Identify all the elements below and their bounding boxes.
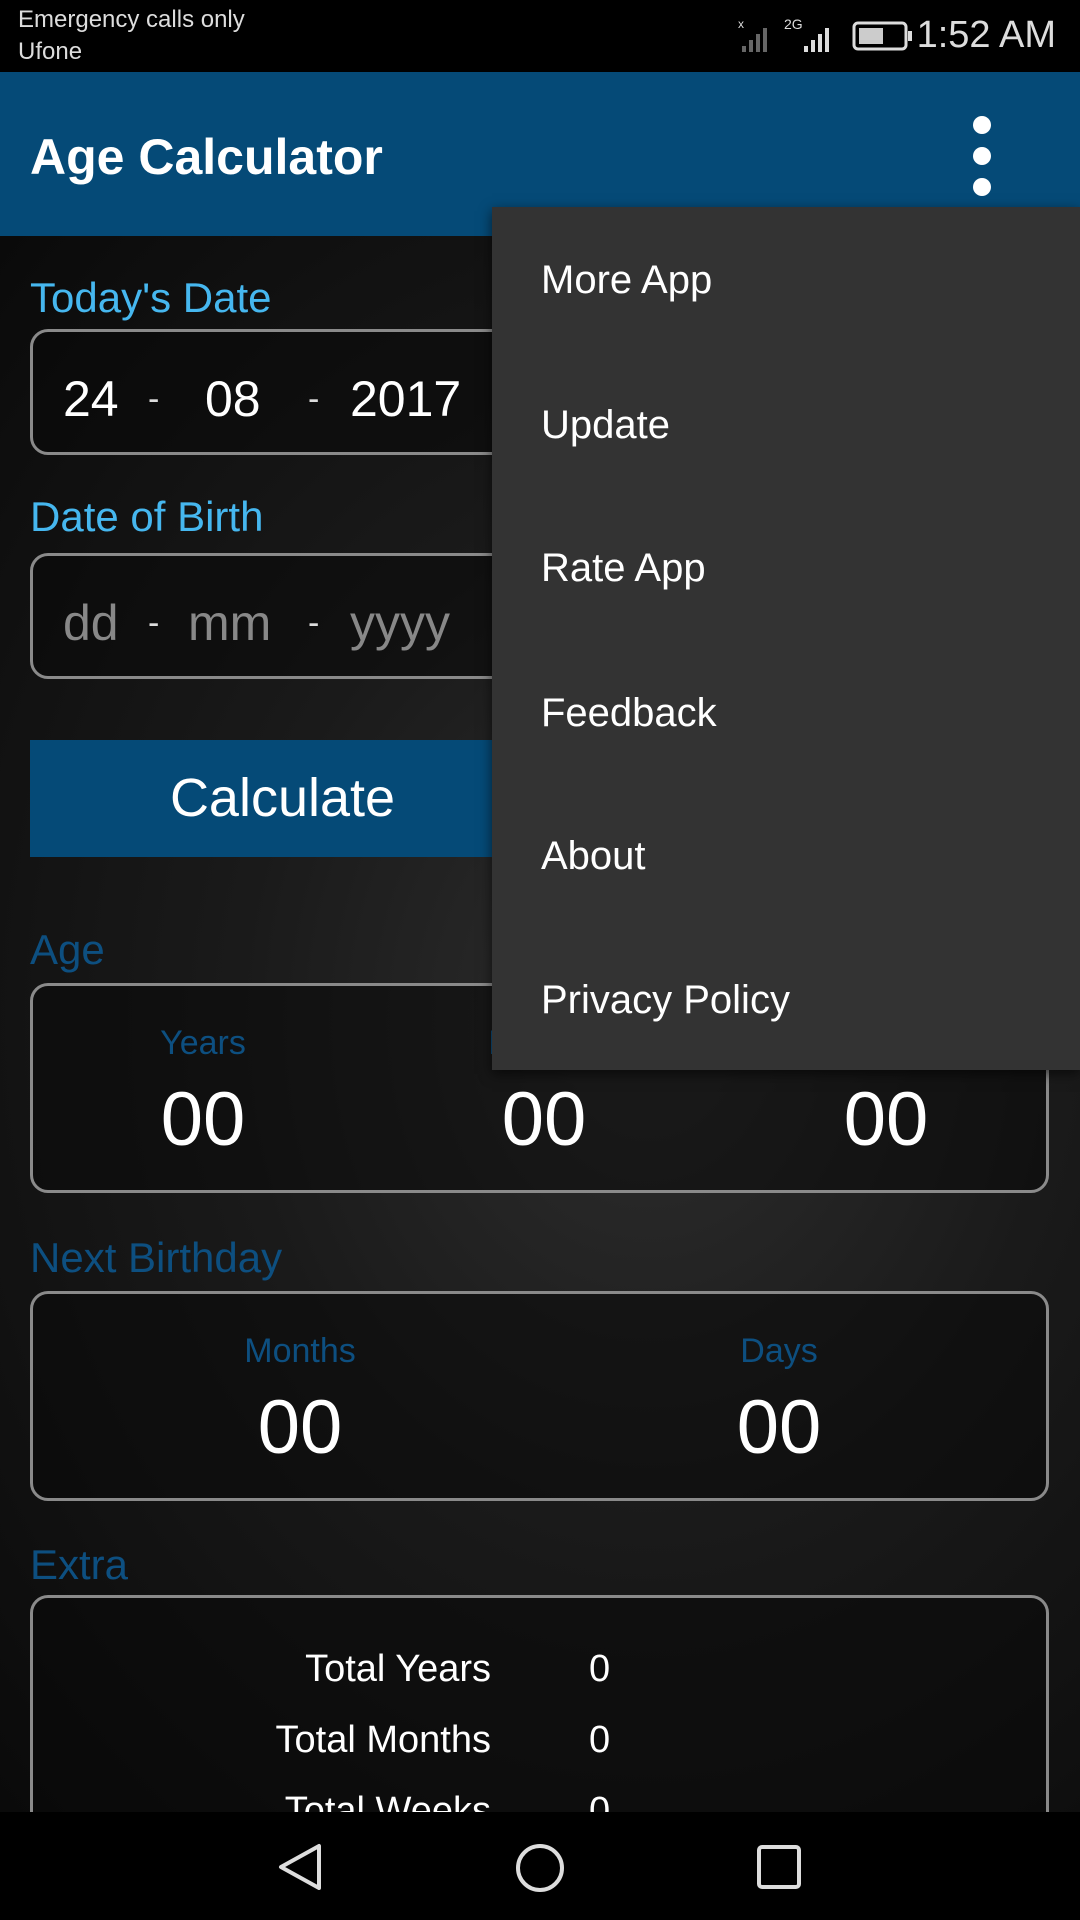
menu-item-feedback[interactable]: Feedback xyxy=(492,641,1080,785)
dob-day-input[interactable]: dd xyxy=(63,594,119,652)
next-birthday-label: Next Birthday xyxy=(30,1234,283,1281)
date-separator: - xyxy=(148,380,160,418)
date-separator: - xyxy=(308,604,320,642)
menu-item-update[interactable]: Update xyxy=(492,353,1080,497)
dob-label: Date of Birth xyxy=(30,493,264,540)
total-years-label: Total Years xyxy=(305,1648,491,1690)
nb-days-label: Days xyxy=(740,1332,818,1370)
overflow-menu-icon[interactable] xyxy=(960,116,1004,196)
carrier-name: Ufone xyxy=(18,38,83,65)
today-day[interactable]: 24 xyxy=(63,370,119,428)
age-label: Age xyxy=(30,926,105,973)
menu-item-privacy-policy[interactable]: Privacy Policy xyxy=(492,928,1080,1072)
menu-item-about[interactable]: About xyxy=(492,784,1080,928)
total-years-value: 0 xyxy=(589,1648,611,1690)
date-separator: - xyxy=(148,604,160,642)
battery-icon xyxy=(852,21,912,51)
years-label: Years xyxy=(160,1024,246,1062)
dob-year-input[interactable]: yyyy xyxy=(350,594,450,652)
age-months-value: 00 xyxy=(501,1077,587,1162)
status-bar: Emergency calls only Ufone x 2G 1:52 AM xyxy=(0,0,1080,72)
svg-text:x: x xyxy=(738,18,744,31)
total-months-value: 0 xyxy=(589,1719,611,1761)
age-years-value: 00 xyxy=(160,1077,246,1162)
menu-item-rate-app[interactable]: Rate App xyxy=(492,496,1080,640)
app-title: Age Calculator xyxy=(30,129,383,185)
next-birthday-box: Months Days 00 00 xyxy=(30,1291,1049,1501)
signal-icon xyxy=(804,28,829,52)
nb-months-value: 00 xyxy=(257,1385,343,1470)
today-month[interactable]: 08 xyxy=(205,370,261,428)
today-year[interactable]: 2017 xyxy=(350,370,461,428)
extra-label: Extra xyxy=(30,1541,129,1588)
recents-icon[interactable] xyxy=(756,1844,802,1890)
total-months-label: Total Months xyxy=(275,1719,491,1761)
nb-months-label: Months xyxy=(244,1332,356,1370)
menu-item-more-app[interactable]: More App xyxy=(492,208,1080,352)
dob-month-input[interactable]: mm xyxy=(188,594,271,652)
todays-date-label: Today's Date xyxy=(30,274,272,321)
age-days-value: 00 xyxy=(843,1077,929,1162)
carrier-status: Emergency calls only xyxy=(18,6,245,33)
back-icon[interactable] xyxy=(275,1842,325,1892)
overflow-menu: More App Update Rate App Feedback About … xyxy=(492,207,1080,1070)
nb-days-value: 00 xyxy=(736,1385,822,1470)
calculate-button[interactable]: Calculate xyxy=(30,740,535,857)
navigation-bar xyxy=(0,1812,1080,1920)
signal-no-service-icon: x xyxy=(738,18,767,52)
date-separator: - xyxy=(308,380,320,418)
home-icon[interactable] xyxy=(514,1842,566,1894)
clock: 1:52 AM xyxy=(916,14,1056,56)
